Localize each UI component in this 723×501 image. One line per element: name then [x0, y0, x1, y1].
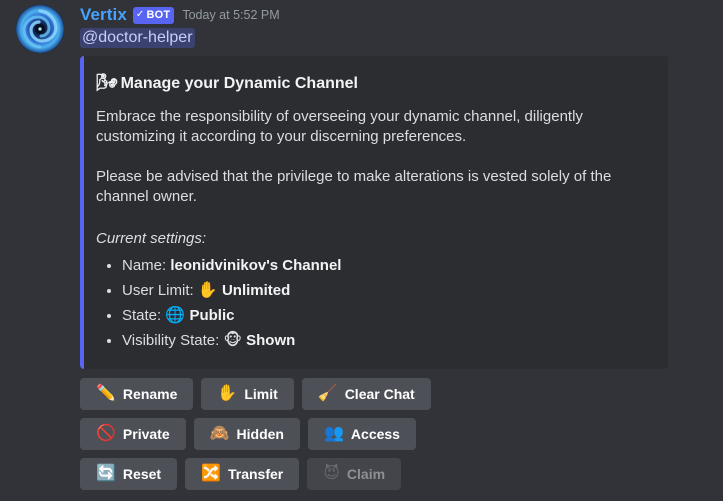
- rename-button-label: Rename: [122, 386, 178, 402]
- bot-badge-label: BOT: [146, 8, 171, 21]
- message-timestamp: Today at 5:52 PM: [182, 8, 280, 22]
- rename-button[interactable]: ✏️ Rename: [80, 378, 194, 410]
- claim-button: 😈 Claim: [307, 458, 402, 490]
- limit-button-label: Limit: [244, 386, 278, 402]
- setting-label: State: [122, 307, 158, 324]
- setting-label: Name: [122, 257, 163, 274]
- transfer-button-label: Transfer: [227, 466, 284, 482]
- setting-value: Shown: [246, 332, 296, 349]
- raised-hand-icon: ✋: [217, 385, 238, 402]
- avatar[interactable]: [16, 5, 64, 53]
- setting-label: Visibility State: [122, 332, 216, 349]
- private-button[interactable]: 🚫 Private: [80, 418, 186, 450]
- smiling-imp-icon: 😈: [323, 465, 340, 482]
- access-button-label: Access: [350, 426, 400, 442]
- message-author[interactable]: Vertix: [80, 4, 127, 26]
- user-mention[interactable]: @doctor-helper: [80, 28, 195, 48]
- broom-icon: 🧹: [317, 385, 338, 402]
- limit-button[interactable]: ✋ Limit: [201, 378, 294, 410]
- reset-button-label: Reset: [122, 466, 162, 482]
- embed-paragraph-1: Embrace the responsibility of overseeing…: [96, 108, 583, 145]
- list-item: State: 🌐 Public: [122, 303, 652, 328]
- monkey-face-icon: 🐵: [223, 332, 242, 349]
- component-row-2: 🚫 Private 🙈 Hidden 👥 Access: [80, 418, 723, 450]
- component-rows: ✏️ Rename ✋ Limit 🧹 Clear Chat 🚫 Private…: [80, 378, 723, 490]
- raised-hand-icon: ✋: [197, 282, 218, 299]
- setting-value: Public: [189, 307, 235, 324]
- setting-value: Unlimited: [221, 282, 291, 299]
- embed-title-text: Manage your Dynamic Channel: [120, 75, 358, 92]
- hidden-button[interactable]: 🙈 Hidden: [193, 418, 300, 450]
- list-item: Name: leonidvinikov's Channel: [122, 253, 652, 278]
- prohibited-icon: 🚫: [96, 425, 116, 442]
- private-button-label: Private: [122, 426, 170, 442]
- pencil-icon: ✏️: [96, 385, 116, 402]
- current-settings-text: Current settings: [96, 230, 202, 247]
- clear-chat-button[interactable]: 🧹 Clear Chat: [301, 378, 431, 410]
- setting-value: leonidvinikov's Channel: [170, 257, 342, 274]
- embed-paragraph-2: Please be advised that the privilege to …: [96, 168, 612, 205]
- settings-list: Name: leonidvinikov's Channel User Limit…: [96, 253, 652, 353]
- list-item: Visibility State: 🐵 Shown: [122, 328, 652, 353]
- clear-chat-button-label: Clear Chat: [344, 386, 415, 402]
- setting-label: User Limit: [122, 282, 190, 299]
- wind-icon: 🌬: [96, 73, 118, 92]
- component-row-3: 🔄 Reset 🔀 Transfer 😈 Claim: [80, 458, 723, 490]
- shuffle-arrows-icon: 🔀: [201, 465, 221, 482]
- embed-title: 🌬 Manage your Dynamic Channel: [96, 72, 652, 95]
- access-button[interactable]: 👥 Access: [308, 418, 416, 450]
- list-item: User Limit: ✋ Unlimited: [122, 278, 652, 303]
- verified-check-icon: ✓: [135, 9, 145, 20]
- chat-message: Vertix ✓ BOT Today at 5:52 PM @doctor-hel…: [0, 0, 723, 490]
- transfer-button[interactable]: 🔀 Transfer: [185, 458, 300, 490]
- message-body: Vertix ✓ BOT Today at 5:52 PM @doctor-hel…: [80, 4, 723, 369]
- busts-in-silhouette-icon: 👥: [324, 425, 344, 442]
- embed: 🌬 Manage your Dynamic Channel Embrace the…: [80, 56, 668, 369]
- message-header: Vertix ✓ BOT Today at 5:52 PM: [80, 4, 713, 26]
- globe-icon: 🌐: [165, 307, 186, 324]
- reset-button[interactable]: 🔄 Reset: [80, 458, 178, 490]
- mention-line: @doctor-helper: [80, 28, 713, 48]
- current-settings-label: Current settings:: [96, 230, 207, 247]
- claim-button-label: Claim: [346, 466, 386, 482]
- hidden-button-label: Hidden: [236, 426, 284, 442]
- see-no-evil-monkey-icon: 🙈: [209, 425, 230, 442]
- counterclockwise-arrows-icon: 🔄: [96, 465, 116, 482]
- bot-badge: ✓ BOT: [132, 6, 175, 24]
- component-row-1: ✏️ Rename ✋ Limit 🧹 Clear Chat: [80, 378, 723, 410]
